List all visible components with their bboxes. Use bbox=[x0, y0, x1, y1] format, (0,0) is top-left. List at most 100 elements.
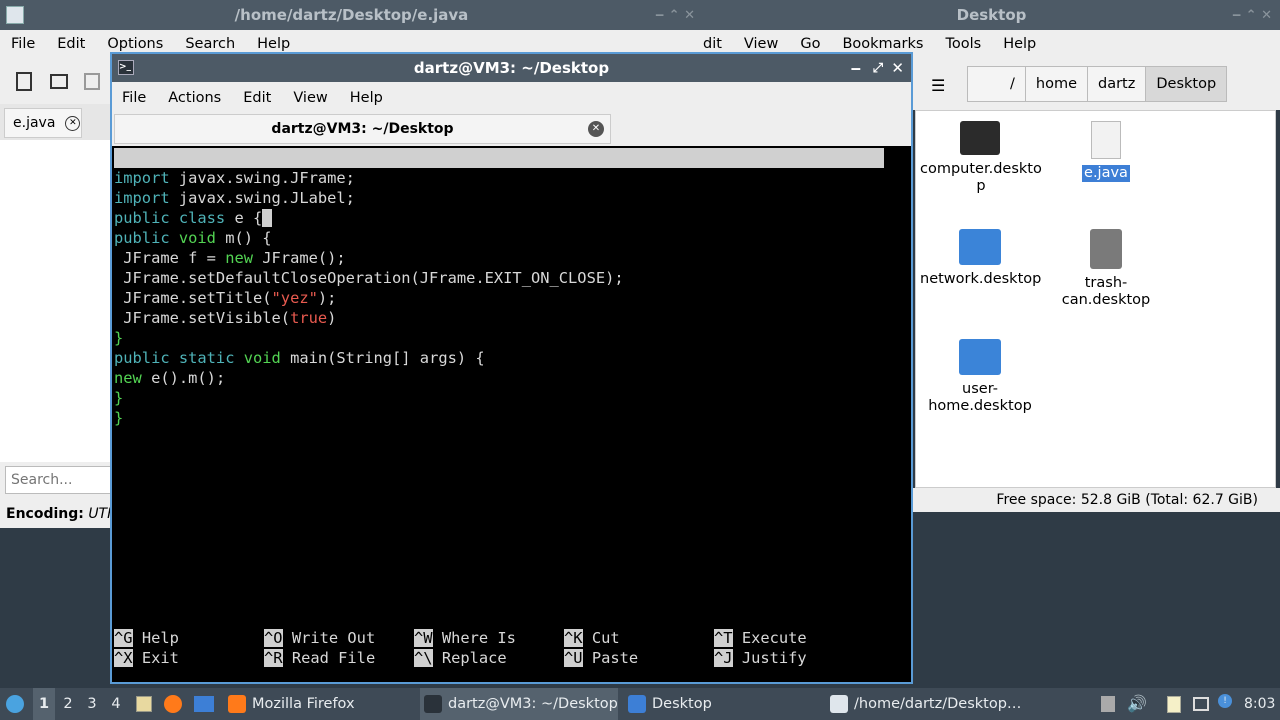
taskbar-task[interactable]: /home/dartz/Desktop… bbox=[826, 688, 1086, 720]
file-manager-launcher-icon[interactable] bbox=[136, 696, 152, 712]
home-folder-icon bbox=[959, 339, 1001, 375]
nano-shortcut[interactable]: ^X Exit bbox=[114, 648, 179, 668]
clipboard-icon[interactable] bbox=[1167, 696, 1181, 713]
nano-shortcut[interactable]: ^\ Replace bbox=[414, 648, 507, 668]
code-token: JFrame.setDefaultCloseOperation(JFrame.E… bbox=[114, 269, 624, 287]
new-file-icon[interactable] bbox=[16, 72, 32, 91]
nano-shortcut[interactable]: ^J Justify bbox=[714, 648, 807, 668]
maximize-icon[interactable]: ⤢ bbox=[873, 61, 883, 76]
tab-e-java[interactable]: e.java ✕ bbox=[4, 108, 82, 138]
nano-shortcut[interactable]: ^U Paste bbox=[564, 648, 638, 668]
shortcut-label: Justify bbox=[732, 649, 807, 667]
open-folder-icon[interactable] bbox=[50, 74, 68, 89]
workspace-4[interactable]: 4 bbox=[105, 688, 127, 720]
nano-shortcut[interactable]: ^R Read File bbox=[264, 648, 375, 668]
path-segment[interactable]: Desktop bbox=[1145, 66, 1228, 102]
minimize-icon[interactable]: ‒ bbox=[851, 59, 861, 77]
tab-label: e.java bbox=[13, 115, 56, 131]
encoding-label: Encoding: bbox=[6, 506, 84, 522]
path-segment[interactable]: dartz bbox=[1087, 66, 1147, 102]
terminal-app-icon: >_ bbox=[118, 60, 134, 75]
code-token: } bbox=[114, 409, 124, 427]
path-root-icon[interactable] bbox=[967, 66, 1001, 102]
file-label: computer.deskto p bbox=[920, 161, 1042, 194]
code-token: javax.swing.JLabel; bbox=[169, 189, 355, 207]
terminal-menu-edit[interactable]: Edit bbox=[243, 90, 283, 106]
desktop-file-item[interactable]: computer.deskto p bbox=[920, 121, 1042, 195]
menu-item-options[interactable]: Options bbox=[96, 36, 174, 52]
code-token: public bbox=[114, 229, 170, 247]
taskbar-task[interactable]: Desktop bbox=[624, 688, 819, 720]
terminal-menu-actions[interactable]: Actions bbox=[168, 90, 233, 106]
shortcut-label: Where Is bbox=[432, 629, 516, 647]
menu-item-tools[interactable]: Tools bbox=[934, 36, 992, 52]
tray-storage-icon[interactable] bbox=[1101, 696, 1115, 712]
path-segment[interactable]: home bbox=[1024, 66, 1088, 102]
shortcut-label: Help bbox=[132, 629, 179, 647]
filemanager-title: Desktop bbox=[956, 6, 1027, 24]
editor-window-controls[interactable]: ‒ ⌃ ✕ bbox=[655, 8, 695, 23]
code-line: public void m() { bbox=[114, 228, 894, 248]
text-editor-icon bbox=[830, 695, 848, 713]
editor-search-bar bbox=[0, 462, 115, 500]
editor-titlebar: /home/dartz/Desktop/e.java ‒ ⌃ ✕ bbox=[0, 0, 703, 30]
desktop-file-item[interactable]: trash- can.desktop bbox=[1046, 229, 1166, 309]
filemanager-window-controls[interactable]: ‒ ⌃ ✕ bbox=[1232, 8, 1272, 23]
nano-shortcut[interactable]: ^T Execute bbox=[714, 628, 807, 648]
code-token: ) bbox=[327, 309, 337, 327]
free-space-status: Free space: 52.8 GiB (Total: 62.7 GiB) bbox=[996, 492, 1258, 508]
volume-icon[interactable]: 🔊 bbox=[1127, 694, 1147, 713]
shortcut-label: Exit bbox=[132, 649, 179, 667]
nano-shortcut[interactable]: ^K Cut bbox=[564, 628, 620, 648]
desktop-launcher-icon[interactable] bbox=[194, 696, 214, 712]
monitor-icon bbox=[960, 121, 1000, 155]
network-icon[interactable] bbox=[1193, 697, 1209, 711]
terminal-tab[interactable]: dartz@VM3: ~/Desktop ✕ bbox=[114, 114, 611, 144]
menu-item-view[interactable]: View bbox=[733, 36, 789, 52]
workspace-2[interactable]: 2 bbox=[57, 688, 79, 720]
editor-text-area[interactable] bbox=[0, 140, 112, 462]
menu-item-edit[interactable]: Edit bbox=[46, 36, 96, 52]
path-bar: / home dartz Desktop bbox=[967, 66, 1228, 102]
taskbar-task[interactable]: Mozilla Firefox bbox=[224, 688, 414, 720]
nano-shortcut[interactable]: ^G Help bbox=[114, 628, 179, 648]
code-area[interactable]: import javax.swing.JFrame; import javax.s… bbox=[114, 168, 894, 468]
terminal-menu-help[interactable]: Help bbox=[350, 90, 395, 106]
save-icon[interactable] bbox=[84, 73, 100, 90]
code-line: public class e { bbox=[114, 208, 894, 228]
desktop-file-item[interactable]: e.java bbox=[1046, 121, 1166, 182]
menu-item-edit[interactable]: dit bbox=[703, 36, 733, 52]
code-token: import bbox=[114, 189, 170, 207]
code-line: import javax.swing.JFrame; bbox=[114, 168, 894, 188]
close-tab-icon[interactable]: ✕ bbox=[65, 115, 81, 131]
desktop-file-item[interactable]: network.desktop bbox=[920, 229, 1041, 288]
notification-icon[interactable]: ! bbox=[1218, 694, 1232, 708]
menu-item-bookmarks[interactable]: Bookmarks bbox=[831, 36, 934, 52]
menu-item-help[interactable]: Help bbox=[246, 36, 301, 52]
menu-item-file[interactable]: File bbox=[0, 36, 46, 52]
close-tab-icon[interactable]: ✕ bbox=[588, 121, 604, 137]
nano-shortcut[interactable]: ^O Write Out bbox=[264, 628, 375, 648]
desktop-file-item[interactable]: user- home.desktop bbox=[920, 339, 1040, 415]
start-menu-icon[interactable] bbox=[6, 695, 24, 713]
menu-item-search[interactable]: Search bbox=[174, 36, 246, 52]
menu-item-help[interactable]: Help bbox=[992, 36, 1047, 52]
code-token: javax.swing.JFrame; bbox=[169, 169, 355, 187]
terminal-menu-file[interactable]: File bbox=[112, 90, 158, 106]
path-segment[interactable]: / bbox=[1000, 66, 1026, 102]
shortcut-label: Execute bbox=[732, 629, 807, 647]
terminal-menu-view[interactable]: View bbox=[293, 90, 339, 106]
close-icon[interactable]: ✕ bbox=[891, 59, 904, 77]
terminal-tabbar: dartz@VM3: ~/Desktop ✕ bbox=[112, 114, 911, 146]
terminal-window: >_ dartz@VM3: ~/Desktop ‒ ⤢ ✕ File Action… bbox=[110, 52, 913, 684]
nano-shortcut[interactable]: ^W Where Is bbox=[414, 628, 516, 648]
workspace-3[interactable]: 3 bbox=[81, 688, 103, 720]
workspace-1[interactable]: 1 bbox=[33, 688, 55, 720]
taskbar-task[interactable]: dartz@VM3: ~/Desktop bbox=[420, 688, 618, 720]
nano-editor[interactable]: GNU nano 5.6.1 e.java * import javax.swi… bbox=[112, 146, 911, 682]
search-input[interactable] bbox=[5, 466, 115, 494]
shortcut-key: ^G bbox=[114, 629, 133, 647]
menu-item-go[interactable]: Go bbox=[789, 36, 831, 52]
firefox-launcher-icon[interactable] bbox=[164, 695, 182, 713]
list-view-icon[interactable]: ☰ bbox=[931, 76, 945, 95]
